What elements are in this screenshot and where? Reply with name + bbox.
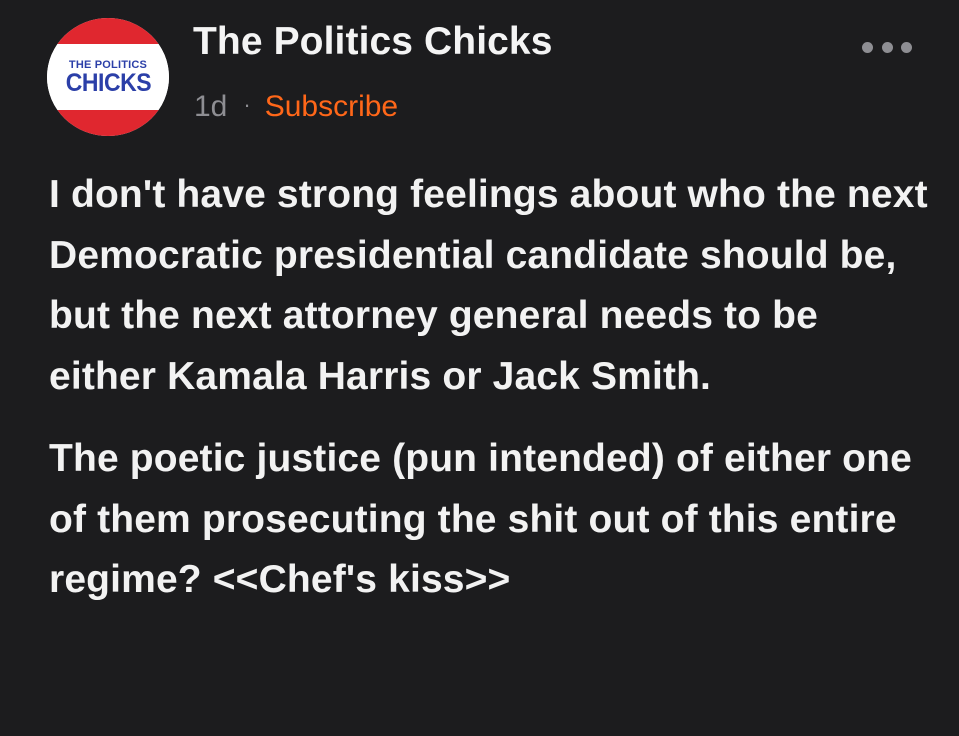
note-post: THE POLITICS CHICKS The Politics Chicks … <box>0 0 959 736</box>
more-horizontal-icon[interactable] <box>862 38 912 56</box>
post-timestamp: 1d <box>194 90 228 123</box>
author-name[interactable]: The Politics Chicks <box>193 20 553 64</box>
more-dot <box>901 41 912 53</box>
post-body: I don't have strong feelings about who t… <box>49 165 929 611</box>
logo-text-bottom: CHICKS <box>65 69 151 97</box>
meta-separator: · <box>243 92 251 117</box>
more-dot <box>881 41 893 53</box>
post-meta: 1d · Subscribe <box>194 90 398 124</box>
post-paragraph-1: I don't have strong feelings about who t… <box>49 173 928 398</box>
more-dot <box>862 41 873 53</box>
author-avatar[interactable]: THE POLITICS CHICKS <box>47 18 169 136</box>
post-paragraph-2: The poetic justice (pun intended) of eit… <box>49 437 912 601</box>
avatar-logo: THE POLITICS CHICKS <box>47 44 169 110</box>
avatar-top-band <box>47 18 169 44</box>
avatar-bottom-band <box>47 110 169 136</box>
subscribe-button[interactable]: Subscribe <box>265 90 398 124</box>
